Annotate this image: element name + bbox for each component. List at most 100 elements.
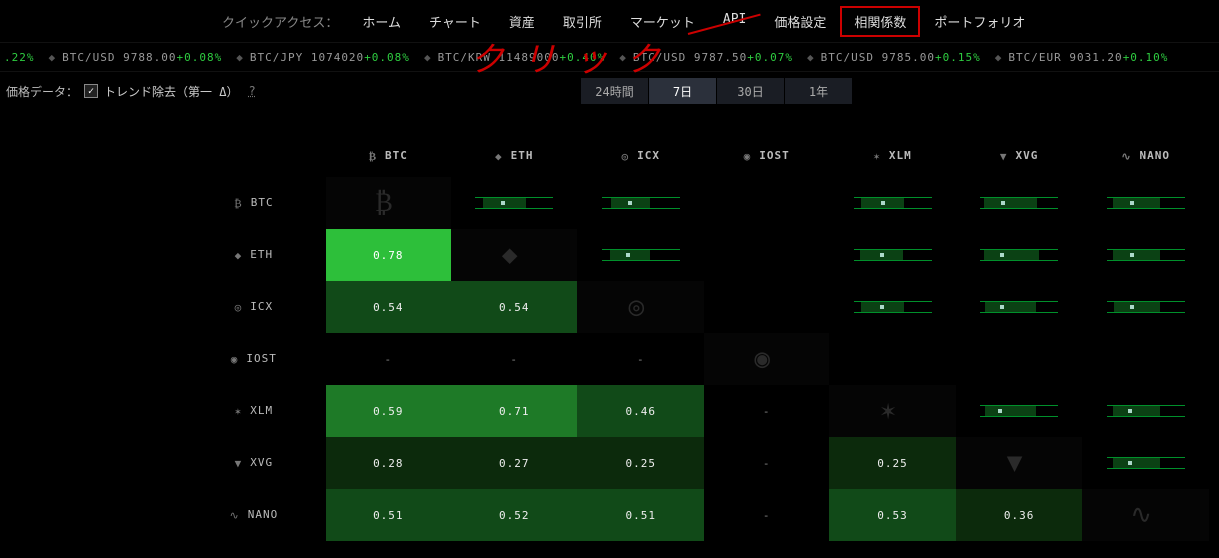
range-bar <box>854 301 932 313</box>
row-header-XLM: ✶XLM <box>200 385 326 437</box>
nav-item-1[interactable]: チャート <box>415 6 495 37</box>
cell-XVG-BTC[interactable]: 0.28 <box>326 437 451 489</box>
cell-XVG-NANO[interactable] <box>1082 437 1209 489</box>
cell-ETH-ETH[interactable]: ◆ <box>451 229 578 281</box>
nav-item-7[interactable]: 相関係数 <box>840 6 920 37</box>
trend-remove-label: トレンド除去（第一 Δ） <box>104 83 238 100</box>
ticker-pair: BTC/USD 9785.00 <box>821 51 935 64</box>
cell-XVG-XLM[interactable]: 0.25 <box>829 437 956 489</box>
cell-ETH-IOST[interactable] <box>704 229 829 281</box>
xvg-icon: ▼ <box>1007 448 1024 478</box>
cell-IOST-IOST[interactable]: ◉ <box>704 333 829 385</box>
cell-NANO-NANO[interactable]: ∿ <box>1082 489 1209 541</box>
cell-XLM-XLM[interactable]: ✶ <box>829 385 956 437</box>
row-header-XVG: ▼XVG <box>200 437 326 489</box>
period-tab-3[interactable]: 1年 <box>785 78 853 104</box>
cell-XLM-ETH[interactable]: 0.71 <box>451 385 578 437</box>
nav-item-8[interactable]: ポートフォリオ <box>920 6 1039 37</box>
ticker-change: +0.40% <box>560 51 606 64</box>
cell-ETH-BTC[interactable]: 0.78 <box>326 229 451 281</box>
cell-IOST-NANO[interactable] <box>1082 333 1209 385</box>
cell-NANO-BTC[interactable]: 0.51 <box>326 489 451 541</box>
ticker-fragment: .22% <box>4 51 35 64</box>
nav-item-3[interactable]: 取引所 <box>549 6 616 37</box>
cell-ICX-ETH[interactable]: 0.54 <box>451 281 578 333</box>
nav-item-6[interactable]: 価格設定 <box>760 6 840 37</box>
cell-BTC-IOST[interactable] <box>704 177 829 229</box>
cell-XLM-ICX[interactable]: 0.46 <box>577 385 704 437</box>
range-bar <box>475 197 553 209</box>
ticker-change: +0.15% <box>935 51 981 64</box>
cell-IOST-ICX[interactable]: - <box>577 333 704 385</box>
nav-items: ホームチャート資産取引所マーケットAPI価格設定相関係数ポートフォリオ <box>348 6 1039 37</box>
row-header-NANO: ∿NANO <box>200 489 326 541</box>
cell-BTC-XVG[interactable] <box>956 177 1083 229</box>
eth-icon: ◆ <box>502 240 519 270</box>
cell-XLM-XVG[interactable] <box>956 385 1083 437</box>
price-data-label: 価格データ： <box>6 83 78 100</box>
col-header-BTC: ₿BTC <box>326 135 451 177</box>
cell-NANO-ETH[interactable]: 0.52 <box>451 489 578 541</box>
cell-XVG-ICX[interactable]: 0.25 <box>577 437 704 489</box>
quick-access-label: クイックアクセス： <box>222 12 338 31</box>
cell-ICX-IOST[interactable] <box>704 281 829 333</box>
cell-XVG-XVG[interactable]: ▼ <box>956 437 1083 489</box>
range-bar <box>980 405 1058 417</box>
exchange-icon: ◆ <box>424 51 432 64</box>
cell-ETH-NANO[interactable] <box>1082 229 1209 281</box>
help-icon[interactable]: ? <box>248 84 255 98</box>
nav-item-2[interactable]: 資産 <box>495 6 549 37</box>
cell-ICX-XVG[interactable] <box>956 281 1083 333</box>
cell-BTC-NANO[interactable] <box>1082 177 1209 229</box>
nav-item-5[interactable]: API <box>709 6 760 37</box>
col-header-XVG: ▼XVG <box>956 135 1083 177</box>
filter-bar: 価格データ： ✓ トレンド除去（第一 Δ） ? 24時間7日30日1年 <box>0 72 1219 110</box>
cell-ETH-XVG[interactable] <box>956 229 1083 281</box>
cell-NANO-XVG[interactable]: 0.36 <box>956 489 1083 541</box>
cell-BTC-BTC[interactable]: ₿ <box>326 177 451 229</box>
cell-IOST-XVG[interactable] <box>956 333 1083 385</box>
cell-BTC-ICX[interactable] <box>577 177 704 229</box>
nav-item-0[interactable]: ホーム <box>348 6 415 37</box>
cell-XLM-BTC[interactable]: 0.59 <box>326 385 451 437</box>
exchange-icon: ◆ <box>236 51 244 64</box>
cell-BTC-ETH[interactable] <box>451 177 578 229</box>
col-header-ICX: ◎ICX <box>577 135 704 177</box>
range-bar <box>1107 301 1185 313</box>
cell-BTC-XLM[interactable] <box>829 177 956 229</box>
price-ticker: .22%◆BTC/USD 9788.00 +0.08%◆BTC/JPY 1074… <box>0 42 1219 72</box>
cell-ICX-NANO[interactable] <box>1082 281 1209 333</box>
exchange-icon: ◆ <box>619 51 627 64</box>
trend-remove-checkbox[interactable]: ✓ <box>84 84 98 98</box>
cell-NANO-ICX[interactable]: 0.51 <box>577 489 704 541</box>
cell-IOST-XLM[interactable] <box>829 333 956 385</box>
col-header-IOST: ◉IOST <box>704 135 829 177</box>
period-tab-2[interactable]: 30日 <box>717 78 785 104</box>
correlation-matrix: ₿BTC◆ETH◎ICX◉IOST✶XLM▼XVG∿NANO₿BTC₿◆ETH0… <box>200 135 1209 541</box>
range-bar <box>602 197 680 209</box>
cell-ETH-ICX[interactable] <box>577 229 704 281</box>
top-nav: クイックアクセス： ホームチャート資産取引所マーケットAPI価格設定相関係数ポー… <box>0 0 1219 42</box>
cell-ICX-BTC[interactable]: 0.54 <box>326 281 451 333</box>
ticker-pair: BTC/EUR 9031.20 <box>1008 51 1122 64</box>
cell-XLM-IOST[interactable]: - <box>704 385 829 437</box>
nav-item-4[interactable]: マーケット <box>616 6 709 37</box>
cell-NANO-XLM[interactable]: 0.53 <box>829 489 956 541</box>
range-bar <box>854 197 932 209</box>
cell-ICX-XLM[interactable] <box>829 281 956 333</box>
cell-XLM-NANO[interactable] <box>1082 385 1209 437</box>
col-header-XLM: ✶XLM <box>829 135 956 177</box>
range-bar <box>980 249 1058 261</box>
cell-XVG-IOST[interactable]: - <box>704 437 829 489</box>
cell-IOST-BTC[interactable]: - <box>326 333 451 385</box>
cell-ETH-XLM[interactable] <box>829 229 956 281</box>
cell-ICX-ICX[interactable]: ◎ <box>577 281 704 333</box>
period-tab-1[interactable]: 7日 <box>649 78 717 104</box>
btc-icon: ₿ <box>375 188 394 218</box>
period-tab-0[interactable]: 24時間 <box>581 78 649 104</box>
cell-NANO-IOST[interactable]: - <box>704 489 829 541</box>
cell-XVG-ETH[interactable]: 0.27 <box>451 437 578 489</box>
iost-icon: ◉ <box>754 344 771 374</box>
cell-IOST-ETH[interactable]: - <box>451 333 578 385</box>
range-bar <box>854 249 932 261</box>
